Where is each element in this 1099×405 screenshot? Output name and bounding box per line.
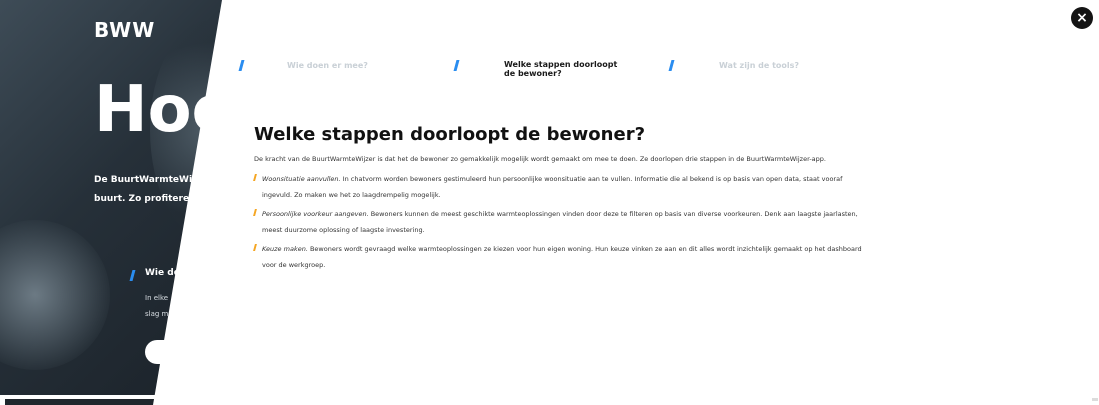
hero-photo-shape xyxy=(0,220,110,370)
section-heading: Wie do xyxy=(145,268,180,278)
tab-label: Welke stappen doorloopt de bewoner? xyxy=(504,60,622,78)
slash-icon xyxy=(453,60,459,71)
list-item: Woonsituatie aanvullen. In chatvorm word… xyxy=(253,171,874,203)
section-body: In elke slag m xyxy=(145,290,168,322)
hero-subtext: De BuurtWarmteWijz buurt. Zo profiteren xyxy=(94,171,200,209)
step-text: In chatvorm worden bewoners gestimuleerd… xyxy=(262,175,843,199)
close-button[interactable]: × xyxy=(1071,7,1093,29)
tab-label: Wie doen er mee? xyxy=(287,61,368,70)
intro-text: De kracht van de BuurtWarmteWijzer is da… xyxy=(254,155,826,163)
modal-tabs: Wie doen er mee? Welke stappen doorloopt… xyxy=(238,58,860,88)
step-text: Bewoners wordt gevraagd welke warmteoplo… xyxy=(262,245,862,269)
site-logo[interactable]: BWW xyxy=(94,18,155,42)
hero-subtext-line: De BuurtWarmteWijz xyxy=(94,175,201,185)
hero-subtext-line: buurt. Zo profiteren xyxy=(94,194,196,204)
tab-label-text: Welke stappen doorloopt de bewoner? xyxy=(504,60,618,78)
slash-icon xyxy=(668,60,674,71)
slash-icon xyxy=(253,244,257,251)
list-item: Keuze maken. Bewoners wordt gevraagd wel… xyxy=(253,241,874,273)
section-body-line: slag m xyxy=(145,310,169,318)
steps-list: Woonsituatie aanvullen. In chatvorm word… xyxy=(253,171,874,273)
slash-icon xyxy=(238,60,244,71)
page-title: Welke stappen doorloopt de bewoner? xyxy=(254,124,646,145)
list-item: Persoonlijke voorkeur aangeven. Bewoners… xyxy=(253,206,874,238)
slash-icon xyxy=(253,209,257,216)
slash-icon xyxy=(253,174,257,181)
step-term: Woonsituatie aanvullen. xyxy=(262,175,341,183)
step-term: Keuze maken. xyxy=(262,245,308,253)
close-icon: × xyxy=(1076,10,1088,26)
modal-content: Welke stappen doorloopt de bewoner? De k… xyxy=(253,124,874,276)
step-term: Persoonlijke voorkeur aangeven. xyxy=(262,210,369,218)
tab-label: Wat zijn de tools? xyxy=(719,61,800,70)
section-body-line: In elke xyxy=(145,294,169,302)
scroll-indicator xyxy=(1092,398,1098,401)
